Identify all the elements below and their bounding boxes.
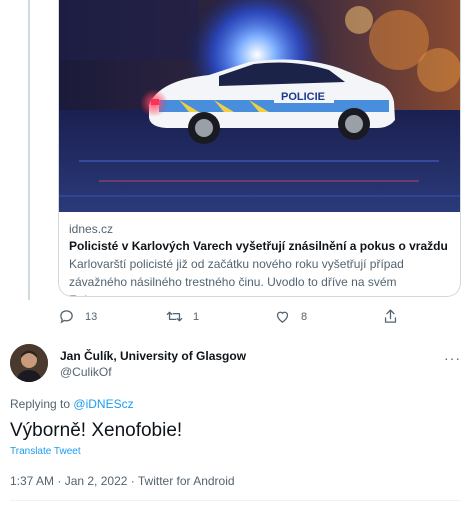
tweet-timestamp[interactable]: 1:37 AM · Jan 2, 2022 · Twitter for Andr… bbox=[10, 474, 235, 488]
share-icon bbox=[384, 309, 397, 323]
card-domain: idnes.cz bbox=[69, 222, 114, 236]
tweet-author: Jan Čulík, University of Glasgow @CulikO… bbox=[10, 344, 465, 384]
reply-count: 13 bbox=[85, 310, 98, 323]
card-description: Karlovarští policisté již od začátku nov… bbox=[69, 257, 404, 296]
retweet-count: 1 bbox=[193, 310, 200, 323]
reply-mention-link[interactable]: @iDNEScz bbox=[73, 397, 133, 411]
retweet-icon bbox=[166, 311, 183, 322]
tweet-text: Výborně! Xenofobie! bbox=[10, 420, 183, 441]
more-options-icon[interactable]: ··· bbox=[444, 350, 461, 366]
like-button[interactable]: 8 bbox=[274, 308, 307, 325]
thread-line bbox=[28, 0, 30, 300]
police-label: POLICIE bbox=[281, 91, 325, 103]
tweet-actions: 13 1 8 bbox=[58, 308, 408, 328]
replying-prefix: Replying to bbox=[10, 397, 71, 411]
police-car-photo: POLICIE bbox=[59, 0, 460, 212]
share-button[interactable] bbox=[382, 308, 399, 325]
replying-to: Replying to @iDNEScz bbox=[10, 397, 134, 411]
author-name[interactable]: Jan Čulík, University of Glasgow bbox=[60, 349, 246, 363]
retweet-button[interactable]: 1 bbox=[166, 308, 199, 325]
divider bbox=[10, 500, 461, 501]
reply-icon bbox=[60, 310, 73, 324]
card-title[interactable]: Policisté v Karlových Varech vyšetřují z… bbox=[69, 237, 450, 255]
like-count: 8 bbox=[301, 310, 308, 323]
translate-tweet-link[interactable]: Translate Tweet bbox=[10, 446, 81, 457]
author-handle[interactable]: @CulikOf bbox=[60, 365, 112, 379]
reply-button[interactable]: 13 bbox=[58, 308, 97, 325]
link-preview-card[interactable]: POLICIE idnes.cz Policisté v Karlových V… bbox=[58, 0, 461, 297]
heart-icon bbox=[276, 311, 289, 323]
avatar[interactable] bbox=[10, 344, 48, 382]
